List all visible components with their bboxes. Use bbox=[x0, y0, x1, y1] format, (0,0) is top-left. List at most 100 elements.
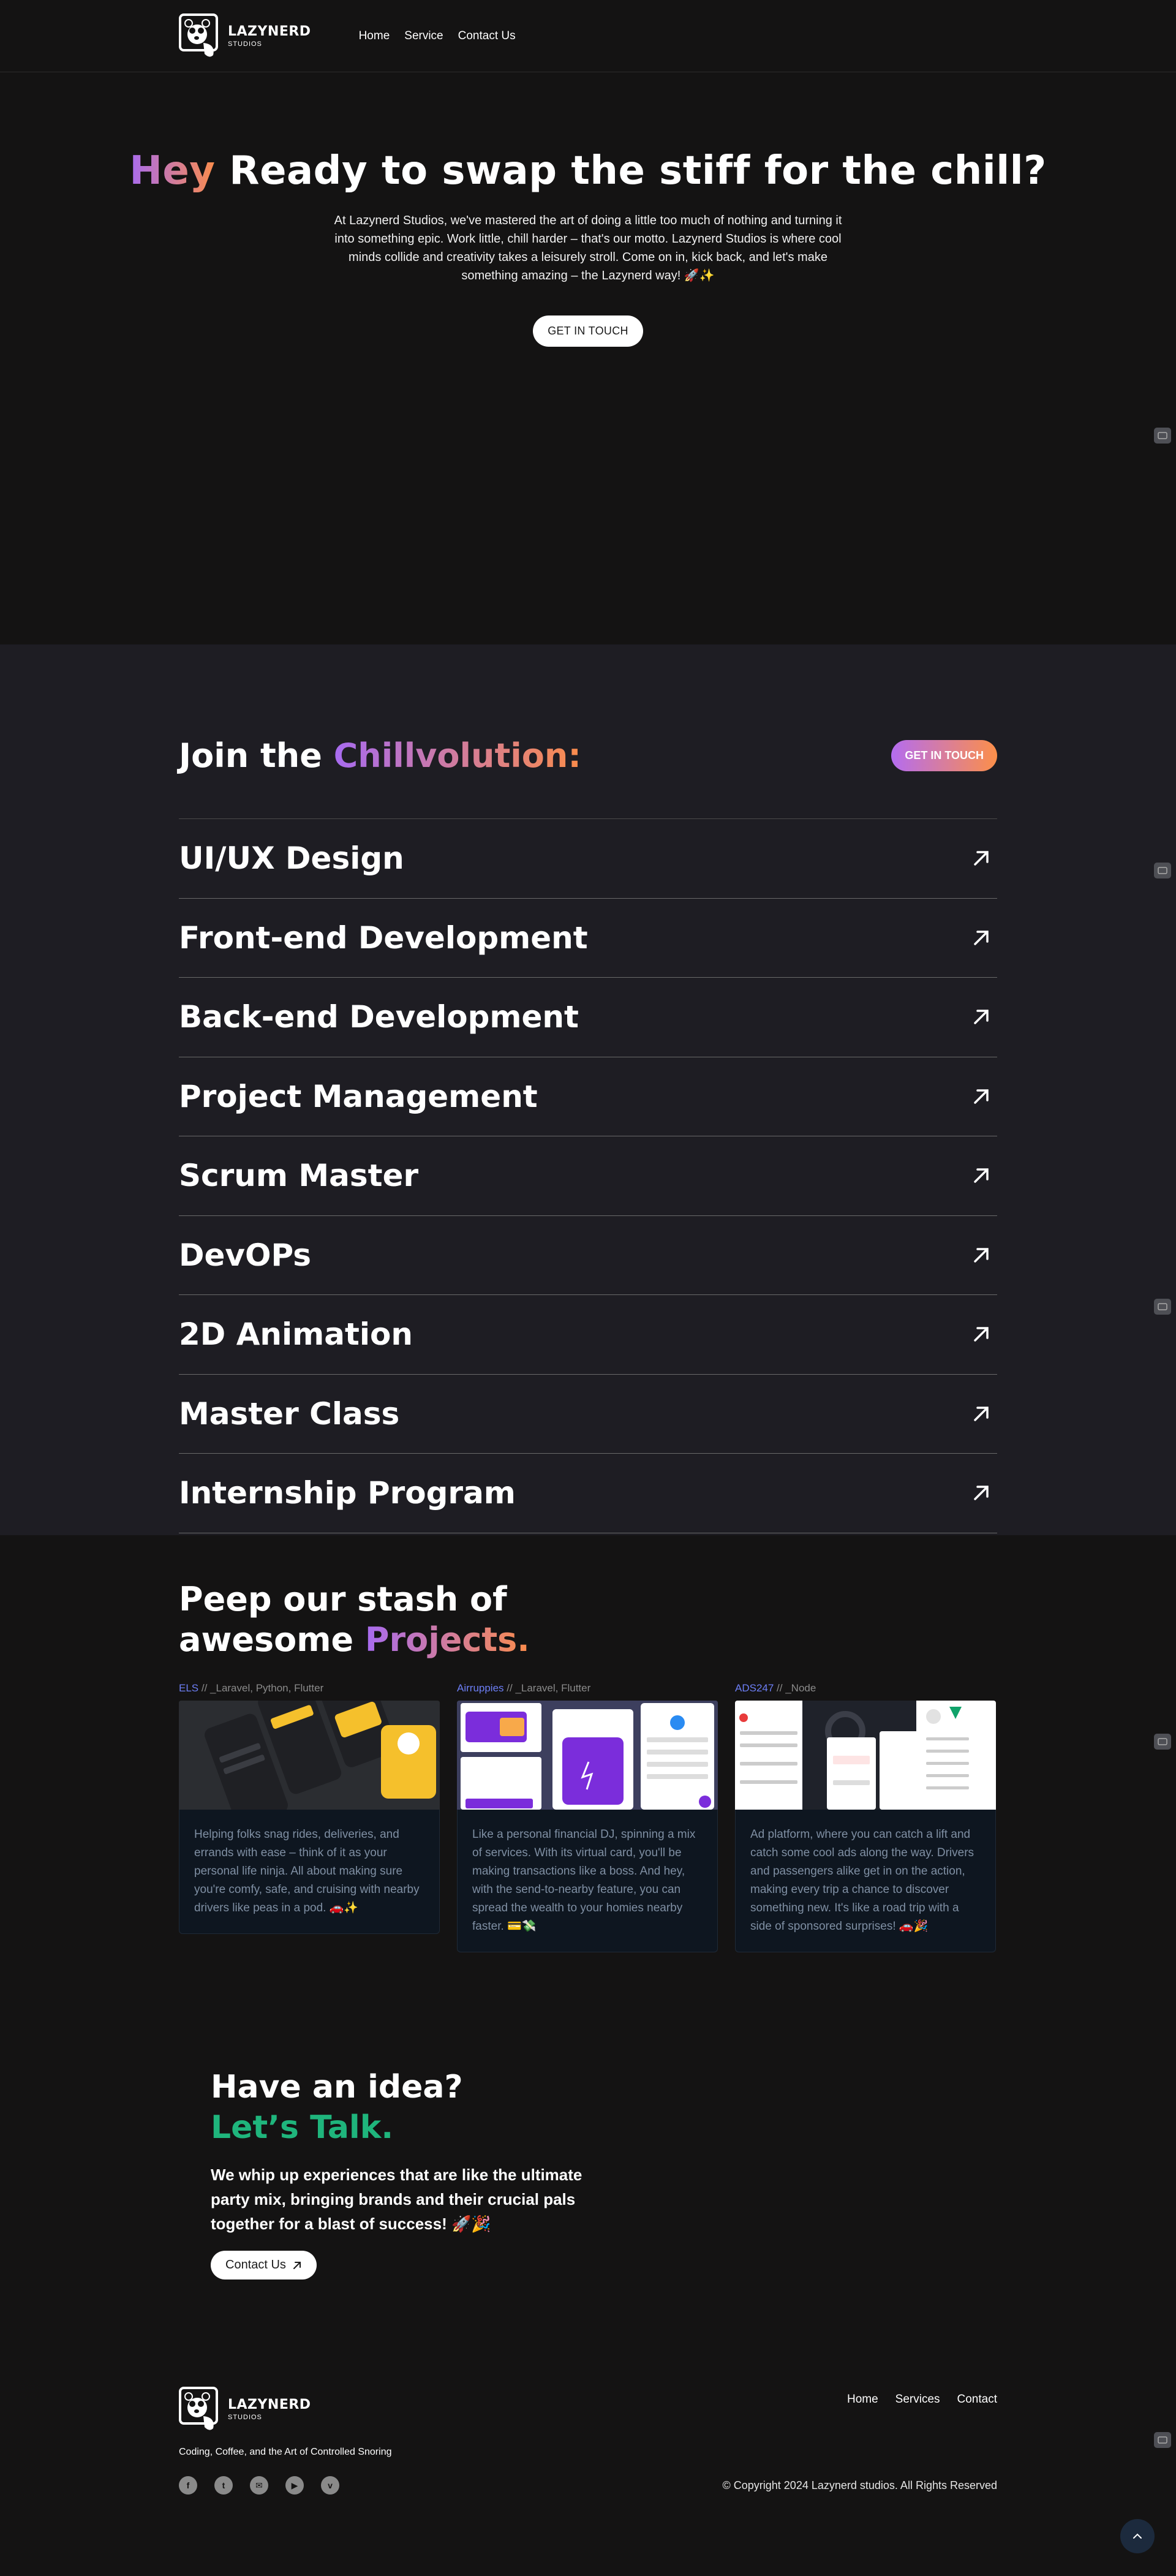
service-label: Project Management bbox=[179, 1078, 538, 1114]
arrow-up-right-icon bbox=[974, 931, 989, 945]
services-get-in-touch-button[interactable]: GET IN TOUCH bbox=[891, 739, 997, 771]
projects-title: Peep our stash of awesome Projects. bbox=[179, 1535, 997, 1660]
service-item-project-management[interactable]: Project Management bbox=[179, 1057, 997, 1136]
project-description: Like a personal financial DJ, spinning a… bbox=[457, 1810, 718, 1952]
arrow-up-right-icon bbox=[974, 1486, 989, 1500]
contact-us-button[interactable]: Contact Us bbox=[211, 2251, 317, 2279]
hero-title-rest: Ready to swap the stiff for the chill? bbox=[215, 148, 1047, 194]
nav-link-service[interactable]: Service bbox=[404, 29, 443, 43]
side-widget-icon[interactable] bbox=[1154, 1734, 1171, 1750]
services-list: UI/UX Design Front-end Development Back-… bbox=[179, 818, 997, 1533]
project-screenshot bbox=[735, 1701, 996, 1810]
service-item-devops[interactable]: DevOPs bbox=[179, 1216, 997, 1295]
contact-us-label: Contact Us bbox=[225, 2258, 286, 2272]
arrow-up-right-icon bbox=[293, 2261, 301, 2269]
social-links: f t ✉ ▶ v bbox=[179, 2476, 339, 2495]
project-stack: // _Laravel, Flutter bbox=[503, 1682, 591, 1694]
contact-cta-section: Have an idea? Let’s Talk. We whip up exp… bbox=[0, 1976, 1176, 2387]
idea-title: Have an idea? Let’s Talk. bbox=[211, 2067, 997, 2148]
vimeo-icon[interactable]: v bbox=[321, 2476, 339, 2495]
footer-links: Home Services Contact bbox=[847, 2387, 997, 2458]
arrow-up-right-icon bbox=[974, 1248, 989, 1263]
top-nav: LAZYNERD STUDIOS Home Service Contact Us bbox=[0, 0, 1176, 72]
service-item-master-class[interactable]: Master Class bbox=[179, 1375, 997, 1454]
idea-description: We whip up experiences that are like the… bbox=[211, 2166, 582, 2233]
footer-link-home[interactable]: Home bbox=[847, 2393, 878, 2458]
project-stack: // _Node bbox=[774, 1682, 816, 1694]
project-stack: // _Laravel, Python, Flutter bbox=[198, 1682, 324, 1694]
hero-description: At Lazynerd Studios, we've mastered the … bbox=[334, 214, 842, 282]
project-screenshot bbox=[179, 1701, 440, 1810]
services-section: Join the Chillvolution: GET IN TOUCH UI/… bbox=[0, 644, 1176, 1535]
service-label: Master Class bbox=[179, 1396, 400, 1432]
footer-logo-title: LAZYNERD bbox=[228, 2397, 311, 2412]
projects-title-accent: Projects. bbox=[364, 1620, 530, 1659]
side-widget-icon[interactable] bbox=[1154, 863, 1171, 878]
hero-section: Hey Ready to swap the stiff for the chil… bbox=[0, 72, 1176, 644]
service-label: Front-end Development bbox=[179, 920, 588, 956]
nav-link-home[interactable]: Home bbox=[359, 29, 390, 43]
project-tag: ELS // _Laravel, Python, Flutter bbox=[179, 1682, 440, 1694]
logo-title: LAZYNERD bbox=[228, 23, 311, 39]
project-name[interactable]: ADS247 bbox=[735, 1682, 774, 1694]
projects-title-line1: Peep our stash of bbox=[179, 1580, 507, 1618]
arrow-up-right-icon bbox=[974, 1010, 989, 1024]
services-title-accent: Chillvolution: bbox=[333, 736, 581, 775]
arrow-up-right-icon bbox=[974, 1327, 989, 1342]
twitter-icon[interactable]: t bbox=[214, 2476, 233, 2495]
footer-logo[interactable]: LAZYNERD STUDIOS bbox=[179, 2387, 391, 2432]
service-item-backend[interactable]: Back-end Development bbox=[179, 978, 997, 1057]
service-label: DevOPs bbox=[179, 1237, 312, 1273]
arrow-up-right-icon bbox=[974, 1407, 989, 1421]
side-widget-icon[interactable] bbox=[1154, 1299, 1171, 1315]
footer-link-contact[interactable]: Contact bbox=[957, 2393, 997, 2458]
copyright-text: © Copyright 2024 Lazynerd studios. All R… bbox=[722, 2479, 998, 2491]
chevron-up-icon bbox=[1133, 2533, 1142, 2539]
hero-title: Hey Ready to swap the stiff for the chil… bbox=[0, 72, 1176, 193]
service-label: Scrum Master bbox=[179, 1158, 419, 1194]
side-widget-icon[interactable] bbox=[1154, 428, 1171, 444]
arrow-up-right-icon bbox=[974, 851, 989, 866]
project-tag: ADS247 // _Node bbox=[735, 1682, 996, 1694]
youtube-icon[interactable]: ▶ bbox=[285, 2476, 304, 2495]
service-item-2d-animation[interactable]: 2D Animation bbox=[179, 1295, 997, 1375]
service-item-scrum-master[interactable]: Scrum Master bbox=[179, 1136, 997, 1216]
service-label: Internship Program bbox=[179, 1475, 516, 1511]
projects-section: Peep our stash of awesome Projects. ELS … bbox=[0, 1535, 1176, 1976]
hero-get-in-touch-button[interactable]: GET IN TOUCH bbox=[533, 315, 643, 347]
project-description: Helping folks snag rides, deliveries, an… bbox=[179, 1810, 440, 1934]
service-label: UI/UX Design bbox=[179, 840, 404, 877]
panda-logo-icon bbox=[179, 2387, 223, 2432]
service-label: 2D Animation bbox=[179, 1316, 413, 1353]
services-title-prefix: Join the bbox=[179, 736, 334, 775]
hero-title-accent: Hey bbox=[129, 148, 216, 194]
arrow-up-right-icon bbox=[974, 1168, 989, 1183]
project-name[interactable]: Airruppies bbox=[457, 1682, 504, 1694]
footer-link-services[interactable]: Services bbox=[895, 2393, 940, 2458]
scroll-to-top-button[interactable] bbox=[1120, 2519, 1155, 2553]
footer-tagline: Coding, Coffee, and the Art of Controlle… bbox=[179, 2447, 392, 2457]
idea-title-line2: Let’s Talk. bbox=[211, 2109, 394, 2146]
panda-logo-icon bbox=[179, 13, 223, 59]
service-label: Back-end Development bbox=[179, 999, 579, 1035]
nav-links: Home Service Contact Us bbox=[359, 29, 516, 43]
footer-logo-subtitle: STUDIOS bbox=[228, 2413, 262, 2421]
idea-title-line1: Have an idea? bbox=[211, 2069, 463, 2106]
logo[interactable]: LAZYNERD STUDIOS bbox=[179, 13, 311, 59]
project-card-airruppies[interactable]: Airruppies // _Laravel, Flutter Like a p… bbox=[457, 1682, 718, 1952]
project-screenshot bbox=[457, 1701, 718, 1810]
project-card-ads247[interactable]: ADS247 // _Node Ad platform, where you c… bbox=[735, 1682, 996, 1952]
nav-link-contact[interactable]: Contact Us bbox=[458, 29, 516, 43]
arrow-up-right-icon bbox=[974, 1089, 989, 1104]
service-item-internship[interactable]: Internship Program bbox=[179, 1454, 997, 1533]
project-tag: Airruppies // _Laravel, Flutter bbox=[457, 1682, 718, 1694]
footer: LAZYNERD STUDIOS Coding, Coffee, and the… bbox=[0, 2387, 1176, 2576]
side-widget-icon[interactable] bbox=[1154, 2432, 1171, 2448]
service-item-uiux[interactable]: UI/UX Design bbox=[179, 819, 997, 899]
email-icon[interactable]: ✉ bbox=[250, 2476, 268, 2495]
project-card-els[interactable]: ELS // _Laravel, Python, Flutter Helping… bbox=[179, 1682, 440, 1952]
project-name[interactable]: ELS bbox=[179, 1682, 198, 1694]
service-item-frontend[interactable]: Front-end Development bbox=[179, 899, 997, 978]
facebook-icon[interactable]: f bbox=[179, 2476, 197, 2495]
logo-subtitle: STUDIOS bbox=[228, 40, 262, 48]
